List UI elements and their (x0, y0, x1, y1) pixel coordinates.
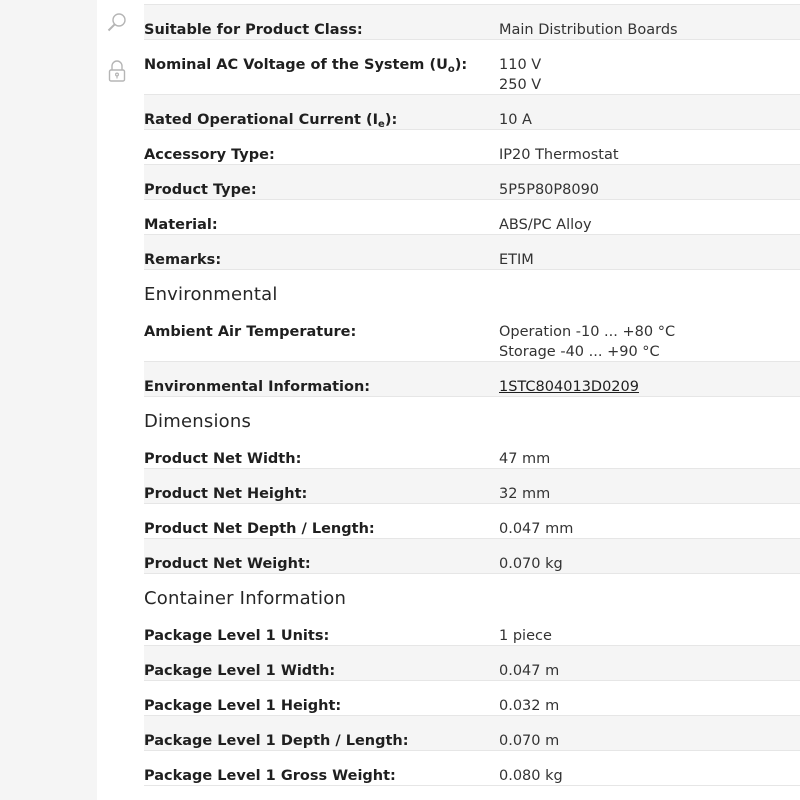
spec-row: Package Level 1 Gross Weight: 0.080 kg (144, 751, 800, 786)
spec-row: Package Level 1 Height: 0.032 m (144, 681, 800, 716)
spec-row: Environmental Information: 1STC804013D020… (144, 362, 800, 397)
spec-row: Product Net Depth / Length: 0.047 mm (144, 504, 800, 539)
spec-value: 1 piece (499, 626, 552, 646)
spec-row: Accessory Type: IP20 Thermostat (144, 130, 800, 165)
spec-value: ABS/PC Alloy (499, 215, 592, 235)
spec-value: ETIM (499, 250, 534, 270)
spec-value-line: 10 A (499, 112, 532, 128)
container-section: Container Information Package Level 1 Uni… (144, 574, 800, 786)
spec-value-line: 32 mm (499, 486, 551, 502)
spec-value: 10 A (499, 110, 532, 130)
environmental-section: Environmental Ambient Air Temperature: Ope… (144, 270, 800, 397)
spec-label: Package Level 1 Units: (144, 628, 330, 644)
spec-label-subscript: e (378, 119, 385, 130)
section-title-dimensions: Dimensions (144, 411, 252, 432)
spec-value: 0.047 mm (499, 519, 573, 539)
spec-row: Ambient Air Temperature: Operation -10 ..… (144, 307, 800, 362)
spec-row: Product Net Height: 32 mm (144, 469, 800, 504)
spec-value-line: 0.080 kg (499, 768, 563, 784)
lock-icon (106, 59, 128, 87)
spec-label: Product Net Height: (144, 486, 308, 502)
spec-label: Environmental Information: (144, 379, 371, 395)
section-title-environmental: Environmental (144, 284, 278, 305)
spec-value: 0.047 m (499, 661, 559, 681)
spec-value: 32 mm (499, 484, 550, 504)
spec-label: Remarks: (144, 252, 222, 268)
spec-value: Operation -10 ... +80 °C Storage -40 ... … (499, 322, 675, 362)
spec-row: Suitable for Product Class: Main Distribu… (144, 5, 800, 40)
spec-label-subscript: o (447, 64, 455, 75)
spec-row: Package Level 1 Units: 1 piece (144, 611, 800, 646)
general-section: Suitable for Product Class: Main Distribu… (144, 5, 800, 270)
spec-label: Suitable for Product Class: (144, 22, 363, 38)
search-button[interactable] (104, 12, 130, 38)
spec-value-line: 1 piece (499, 628, 552, 644)
spec-row: Nominal AC Voltage of the System (Uo): 11… (144, 40, 800, 95)
spec-value-line: 0.032 m (499, 698, 560, 714)
tool-rail (97, 0, 137, 800)
left-gutter (0, 0, 97, 800)
spec-label: Product Type: (144, 182, 257, 198)
spec-label: Package Level 1 Gross Weight: (144, 768, 396, 784)
dimensions-section: Dimensions Product Net Width: 47 mm Product… (144, 397, 800, 574)
spec-value-line: Storage -40 ... +90 °C (499, 344, 660, 360)
spec-label: Material: (144, 217, 218, 233)
spec-value: 110 V 250 V (499, 55, 541, 95)
spec-value-line: IP20 Thermostat (499, 147, 619, 163)
spec-row: Remarks: ETIM (144, 235, 800, 270)
spec-value-line: 0.070 m (499, 733, 560, 749)
spec-label: Accessory Type: (144, 147, 275, 163)
spec-label-end: ): (384, 112, 398, 128)
spec-label: Ambient Air Temperature: (144, 324, 357, 340)
spec-value-line: Operation -10 ... +80 °C (499, 324, 676, 340)
spec-value: IP20 Thermostat (499, 145, 619, 165)
spec-value: 1STC804013D0209 (499, 377, 639, 397)
spec-value-line: 110 V (499, 57, 542, 73)
spec-label: Rated Operational Current (Ie): (144, 110, 499, 135)
spec-label: Product Net Weight: (144, 556, 311, 572)
spec-value-line: 5P5P80P8090 (499, 182, 600, 198)
spec-label: Package Level 1 Width: (144, 663, 336, 679)
spec-row: Product Net Weight: 0.070 kg (144, 539, 800, 574)
spec-value: 5P5P80P8090 (499, 180, 599, 200)
document-link[interactable]: 1STC804013D0209 (499, 377, 639, 397)
spec-label: Product Net Depth / Length: (144, 521, 375, 537)
search-icon (106, 12, 128, 38)
lock-button[interactable] (104, 60, 130, 86)
spec-label-end: ): (454, 57, 468, 73)
spec-value: 0.080 kg (499, 766, 563, 786)
spec-row: Package Level 1 Depth / Length: 0.070 m (144, 716, 800, 751)
spec-value-line: 0.047 mm (499, 521, 574, 537)
spec-row: Product Net Width: 47 mm (144, 434, 800, 469)
spec-label: Product Net Width: (144, 451, 302, 467)
spec-value-line: Main Distribution Boards (499, 22, 678, 38)
spec-value: Main Distribution Boards (499, 20, 678, 40)
spec-value-line: ABS/PC Alloy (499, 217, 592, 233)
product-details: Suitable for Product Class: Main Distribu… (144, 0, 800, 800)
spec-value-line: 0.070 kg (499, 556, 563, 572)
spec-value-line: 0.047 m (499, 663, 560, 679)
spec-value-line: 47 mm (499, 451, 551, 467)
spec-value: 0.070 m (499, 731, 559, 751)
spec-row: Rated Operational Current (Ie): 10 A (144, 95, 800, 130)
spec-label: Nominal AC Voltage of the System (Uo): (144, 55, 499, 80)
spec-value: 47 mm (499, 449, 550, 469)
spec-label: Package Level 1 Height: (144, 698, 342, 714)
spec-value: 0.032 m (499, 696, 559, 716)
spec-label-text: Rated Operational Current (I (144, 112, 379, 128)
spec-row: Product Type: 5P5P80P8090 (144, 165, 800, 200)
spec-value: 0.070 kg (499, 554, 563, 574)
spec-row: Package Level 1 Width: 0.047 m (144, 646, 800, 681)
spec-value-line: ETIM (499, 252, 534, 268)
spec-label-text: Nominal AC Voltage of the System (U (144, 57, 448, 73)
section-title-container: Container Information (144, 588, 347, 609)
spec-label: Package Level 1 Depth / Length: (144, 733, 409, 749)
spec-value-line: 250 V (499, 77, 542, 93)
spec-row: Material: ABS/PC Alloy (144, 200, 800, 235)
